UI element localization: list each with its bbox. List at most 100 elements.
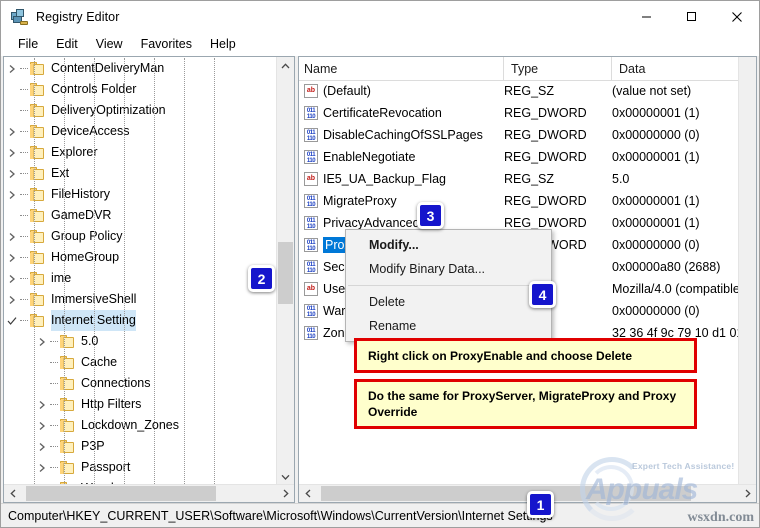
- folder-icon: [30, 229, 46, 244]
- value-name-cell[interactable]: ab (Default): [299, 80, 504, 102]
- value-name-text: EnableNegotiate: [323, 150, 416, 164]
- value-data-cell: 0x00000001 (1): [612, 190, 739, 212]
- tree-item[interactable]: FileHistory: [4, 184, 277, 205]
- tree-horizontal-scrollbar[interactable]: [4, 484, 294, 502]
- tree-expand-chevron-icon[interactable]: [4, 292, 20, 308]
- tree-item[interactable]: Lockdown_Zones: [4, 415, 277, 436]
- tree-item[interactable]: Internet Setting: [4, 310, 277, 331]
- value-type-cell: REG_SZ: [504, 80, 612, 102]
- column-header-name[interactable]: Name: [299, 57, 504, 80]
- registry-value-row[interactable]: ab IE5_UA_Backup_Flag REG_SZ 5.0: [299, 168, 739, 190]
- dword-value-icon: 011 110: [304, 326, 318, 340]
- menu-file[interactable]: File: [9, 35, 47, 53]
- tree-item[interactable]: Http Filters: [4, 394, 277, 415]
- context-menu-item[interactable]: Modify...: [346, 233, 551, 257]
- tree-item[interactable]: Cache: [4, 352, 277, 373]
- tree-item[interactable]: DeviceAccess: [4, 121, 277, 142]
- tree-item[interactable]: Passport: [4, 457, 277, 478]
- scroll-right-icon[interactable]: [277, 485, 294, 502]
- registry-path-text: Computer\HKEY_CURRENT_USER\Software\Micr…: [8, 508, 553, 523]
- dword-value-icon: 011 110: [304, 260, 318, 274]
- tree-expand-chevron-icon[interactable]: [34, 439, 50, 455]
- callout-1-text: Right click on ProxyEnable and choose De…: [368, 348, 633, 363]
- tree-expanded-check-icon[interactable]: [4, 313, 20, 329]
- value-name-cell[interactable]: 011 110 CertificateRevocation: [299, 102, 504, 124]
- tree-item-label: ContentDeliveryMan: [51, 61, 165, 75]
- tree-item[interactable]: ime: [4, 268, 277, 289]
- tree-expand-chevron-icon[interactable]: [4, 229, 20, 245]
- value-data-text: 0x00000001 (1): [612, 194, 700, 208]
- tree-expand-chevron-icon[interactable]: [34, 397, 50, 413]
- context-menu-item[interactable]: Delete: [346, 290, 551, 314]
- scroll-down-icon[interactable]: [277, 468, 294, 485]
- tree-expand-chevron-icon[interactable]: [4, 166, 20, 182]
- menu-edit[interactable]: Edit: [47, 35, 87, 53]
- tree-expand-chevron-icon[interactable]: [34, 418, 50, 434]
- tree-expand-chevron-icon[interactable]: [4, 271, 20, 287]
- context-menu-separator: [348, 285, 549, 286]
- scroll-left-icon[interactable]: [4, 485, 21, 502]
- tree-hscroll-thumb[interactable]: [26, 486, 216, 501]
- tree-expand-chevron-icon[interactable]: [4, 124, 20, 140]
- list-scroll-left-icon[interactable]: [299, 485, 316, 502]
- menu-view[interactable]: View: [87, 35, 132, 53]
- tree-item[interactable]: Controls Folder: [4, 79, 277, 100]
- registry-value-row[interactable]: 011 110 EnableNegotiate REG_DWORD 0x00000001…: [299, 146, 739, 168]
- column-header-data[interactable]: Data: [612, 57, 756, 80]
- minimize-button[interactable]: [624, 1, 669, 32]
- tree-item[interactable]: Ext: [4, 163, 277, 184]
- tree-expand-chevron-icon[interactable]: [34, 460, 50, 476]
- tree-connector-line: [20, 166, 30, 182]
- step-badge-3: 3: [417, 202, 444, 229]
- tree-scroll-thumb[interactable]: [278, 242, 293, 304]
- tree-item[interactable]: P3P: [4, 436, 277, 457]
- column-header-type[interactable]: Type: [504, 57, 612, 80]
- folder-icon: [60, 334, 76, 349]
- value-name-cell[interactable]: 011 110 MigrateProxy: [299, 190, 504, 212]
- window-title: Registry Editor: [36, 9, 120, 24]
- value-name-cell[interactable]: ab IE5_UA_Backup_Flag: [299, 168, 504, 190]
- tree-connector-line: [20, 124, 30, 140]
- tree-item[interactable]: Connections: [4, 373, 277, 394]
- tree-leaf-spacer: [34, 376, 50, 392]
- list-scroll-up-icon[interactable]: [739, 57, 756, 74]
- tree-item[interactable]: GameDVR: [4, 205, 277, 226]
- menu-help[interactable]: Help: [201, 35, 245, 53]
- registry-value-row[interactable]: 011 110 CertificateRevocation REG_DWORD 0x00…: [299, 102, 739, 124]
- scroll-up-icon[interactable]: [277, 57, 294, 74]
- value-name-cell[interactable]: 011 110 DisableCachingOfSSLPages: [299, 124, 504, 146]
- tree-item[interactable]: DeliveryOptimization: [4, 100, 277, 121]
- tree-item[interactable]: 5.0: [4, 331, 277, 352]
- tree-item[interactable]: Group Policy: [4, 226, 277, 247]
- tree-expand-chevron-icon[interactable]: [34, 334, 50, 350]
- tree-expand-chevron-icon[interactable]: [4, 145, 20, 161]
- tree-item[interactable]: ContentDeliveryMan: [4, 58, 277, 79]
- tree-connector-line: [20, 61, 30, 77]
- tree-item[interactable]: ImmersiveShell: [4, 289, 277, 310]
- registry-value-row[interactable]: 011 110 DisableCachingOfSSLPages REG_DWORD 0…: [299, 124, 739, 146]
- value-data-text: 0x00000000 (0): [612, 128, 700, 142]
- maximize-button[interactable]: [669, 1, 714, 32]
- close-button[interactable]: [714, 1, 759, 32]
- list-vertical-scrollbar[interactable]: [738, 57, 756, 502]
- list-hscroll-thumb[interactable]: [321, 486, 691, 501]
- list-scroll-right-icon[interactable]: [739, 485, 756, 502]
- tree-item[interactable]: HomeGroup: [4, 247, 277, 268]
- tree-expand-chevron-icon[interactable]: [4, 250, 20, 266]
- value-data-text: 0x00000001 (1): [612, 106, 700, 120]
- folder-icon: [60, 460, 76, 475]
- value-type-text: REG_DWORD: [504, 106, 587, 120]
- tree-item[interactable]: Explorer: [4, 142, 277, 163]
- registry-value-row[interactable]: 011 110 MigrateProxy REG_DWORD 0x00000001 (1…: [299, 190, 739, 212]
- tree-expand-chevron-icon[interactable]: [4, 187, 20, 203]
- value-name-cell[interactable]: 011 110 EnableNegotiate: [299, 146, 504, 168]
- context-menu-item[interactable]: Modify Binary Data...: [346, 257, 551, 281]
- menu-favorites[interactable]: Favorites: [132, 35, 201, 53]
- tree-expand-chevron-icon[interactable]: [4, 61, 20, 77]
- tree-vertical-scrollbar[interactable]: [276, 57, 294, 485]
- folder-icon: [60, 397, 76, 412]
- registry-value-row[interactable]: ab (Default) REG_SZ (value not set): [299, 80, 739, 102]
- context-menu-item[interactable]: Rename: [346, 314, 551, 338]
- tree-item-label: 5.0: [81, 334, 99, 348]
- tree-connector-line: [20, 313, 30, 329]
